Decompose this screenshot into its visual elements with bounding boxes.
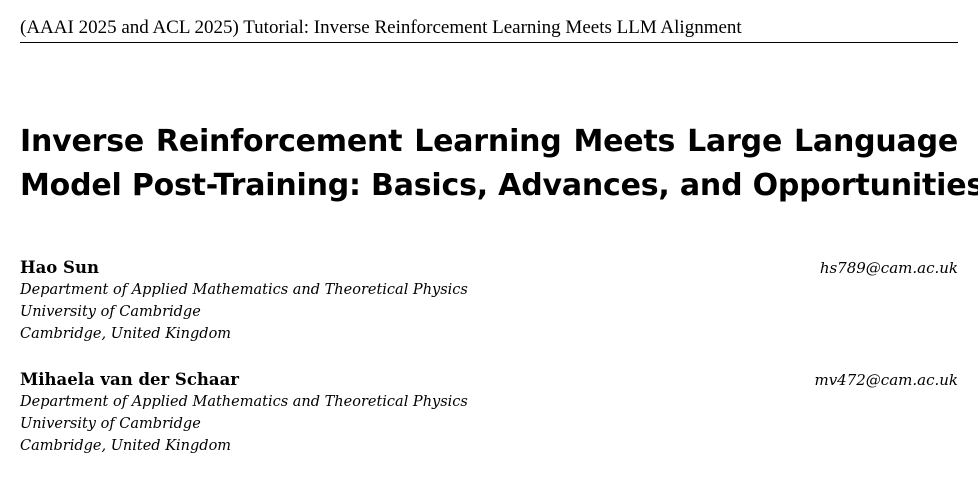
author-block-1: Hao Sun hs789@cam.ac.uk Department of Ap…	[20, 257, 958, 345]
title-word: Inverse	[20, 124, 145, 159]
title-word: Large	[687, 124, 783, 159]
affiliation-department: Department of Applied Mathematics and Th…	[20, 282, 468, 298]
title-line-1: Inverse Reinforcement Learning Meets Lar…	[20, 120, 958, 164]
title-word: Language	[793, 124, 958, 159]
affiliation-university: University of Cambridge	[20, 416, 201, 432]
affiliation-university: University of Cambridge	[20, 304, 201, 320]
running-header: (AAAI 2025 and ACL 2025) Tutorial: Inver…	[20, 17, 742, 38]
paper-title: Inverse Reinforcement Learning Meets Lar…	[20, 120, 978, 208]
title-word: Reinforcement	[155, 124, 403, 159]
affiliation-location: Cambridge, United Kingdom	[20, 438, 232, 454]
title-word: Learning	[414, 124, 562, 159]
title-line-2: Model Post-Training: Basics, Advances, a…	[20, 168, 978, 203]
author-name: Mihaela van der Schaar	[20, 370, 239, 389]
affiliation-department: Department of Applied Mathematics and Th…	[20, 394, 468, 410]
header-rule	[20, 42, 958, 43]
author-name: Hao Sun	[20, 258, 99, 277]
title-word: Meets	[573, 124, 676, 159]
author-email: hs789@cam.ac.uk	[819, 259, 958, 277]
author-block-2: Mihaela van der Schaar mv472@cam.ac.uk D…	[20, 369, 958, 457]
affiliation-location: Cambridge, United Kingdom	[20, 326, 232, 342]
author-email: mv472@cam.ac.uk	[814, 371, 958, 389]
